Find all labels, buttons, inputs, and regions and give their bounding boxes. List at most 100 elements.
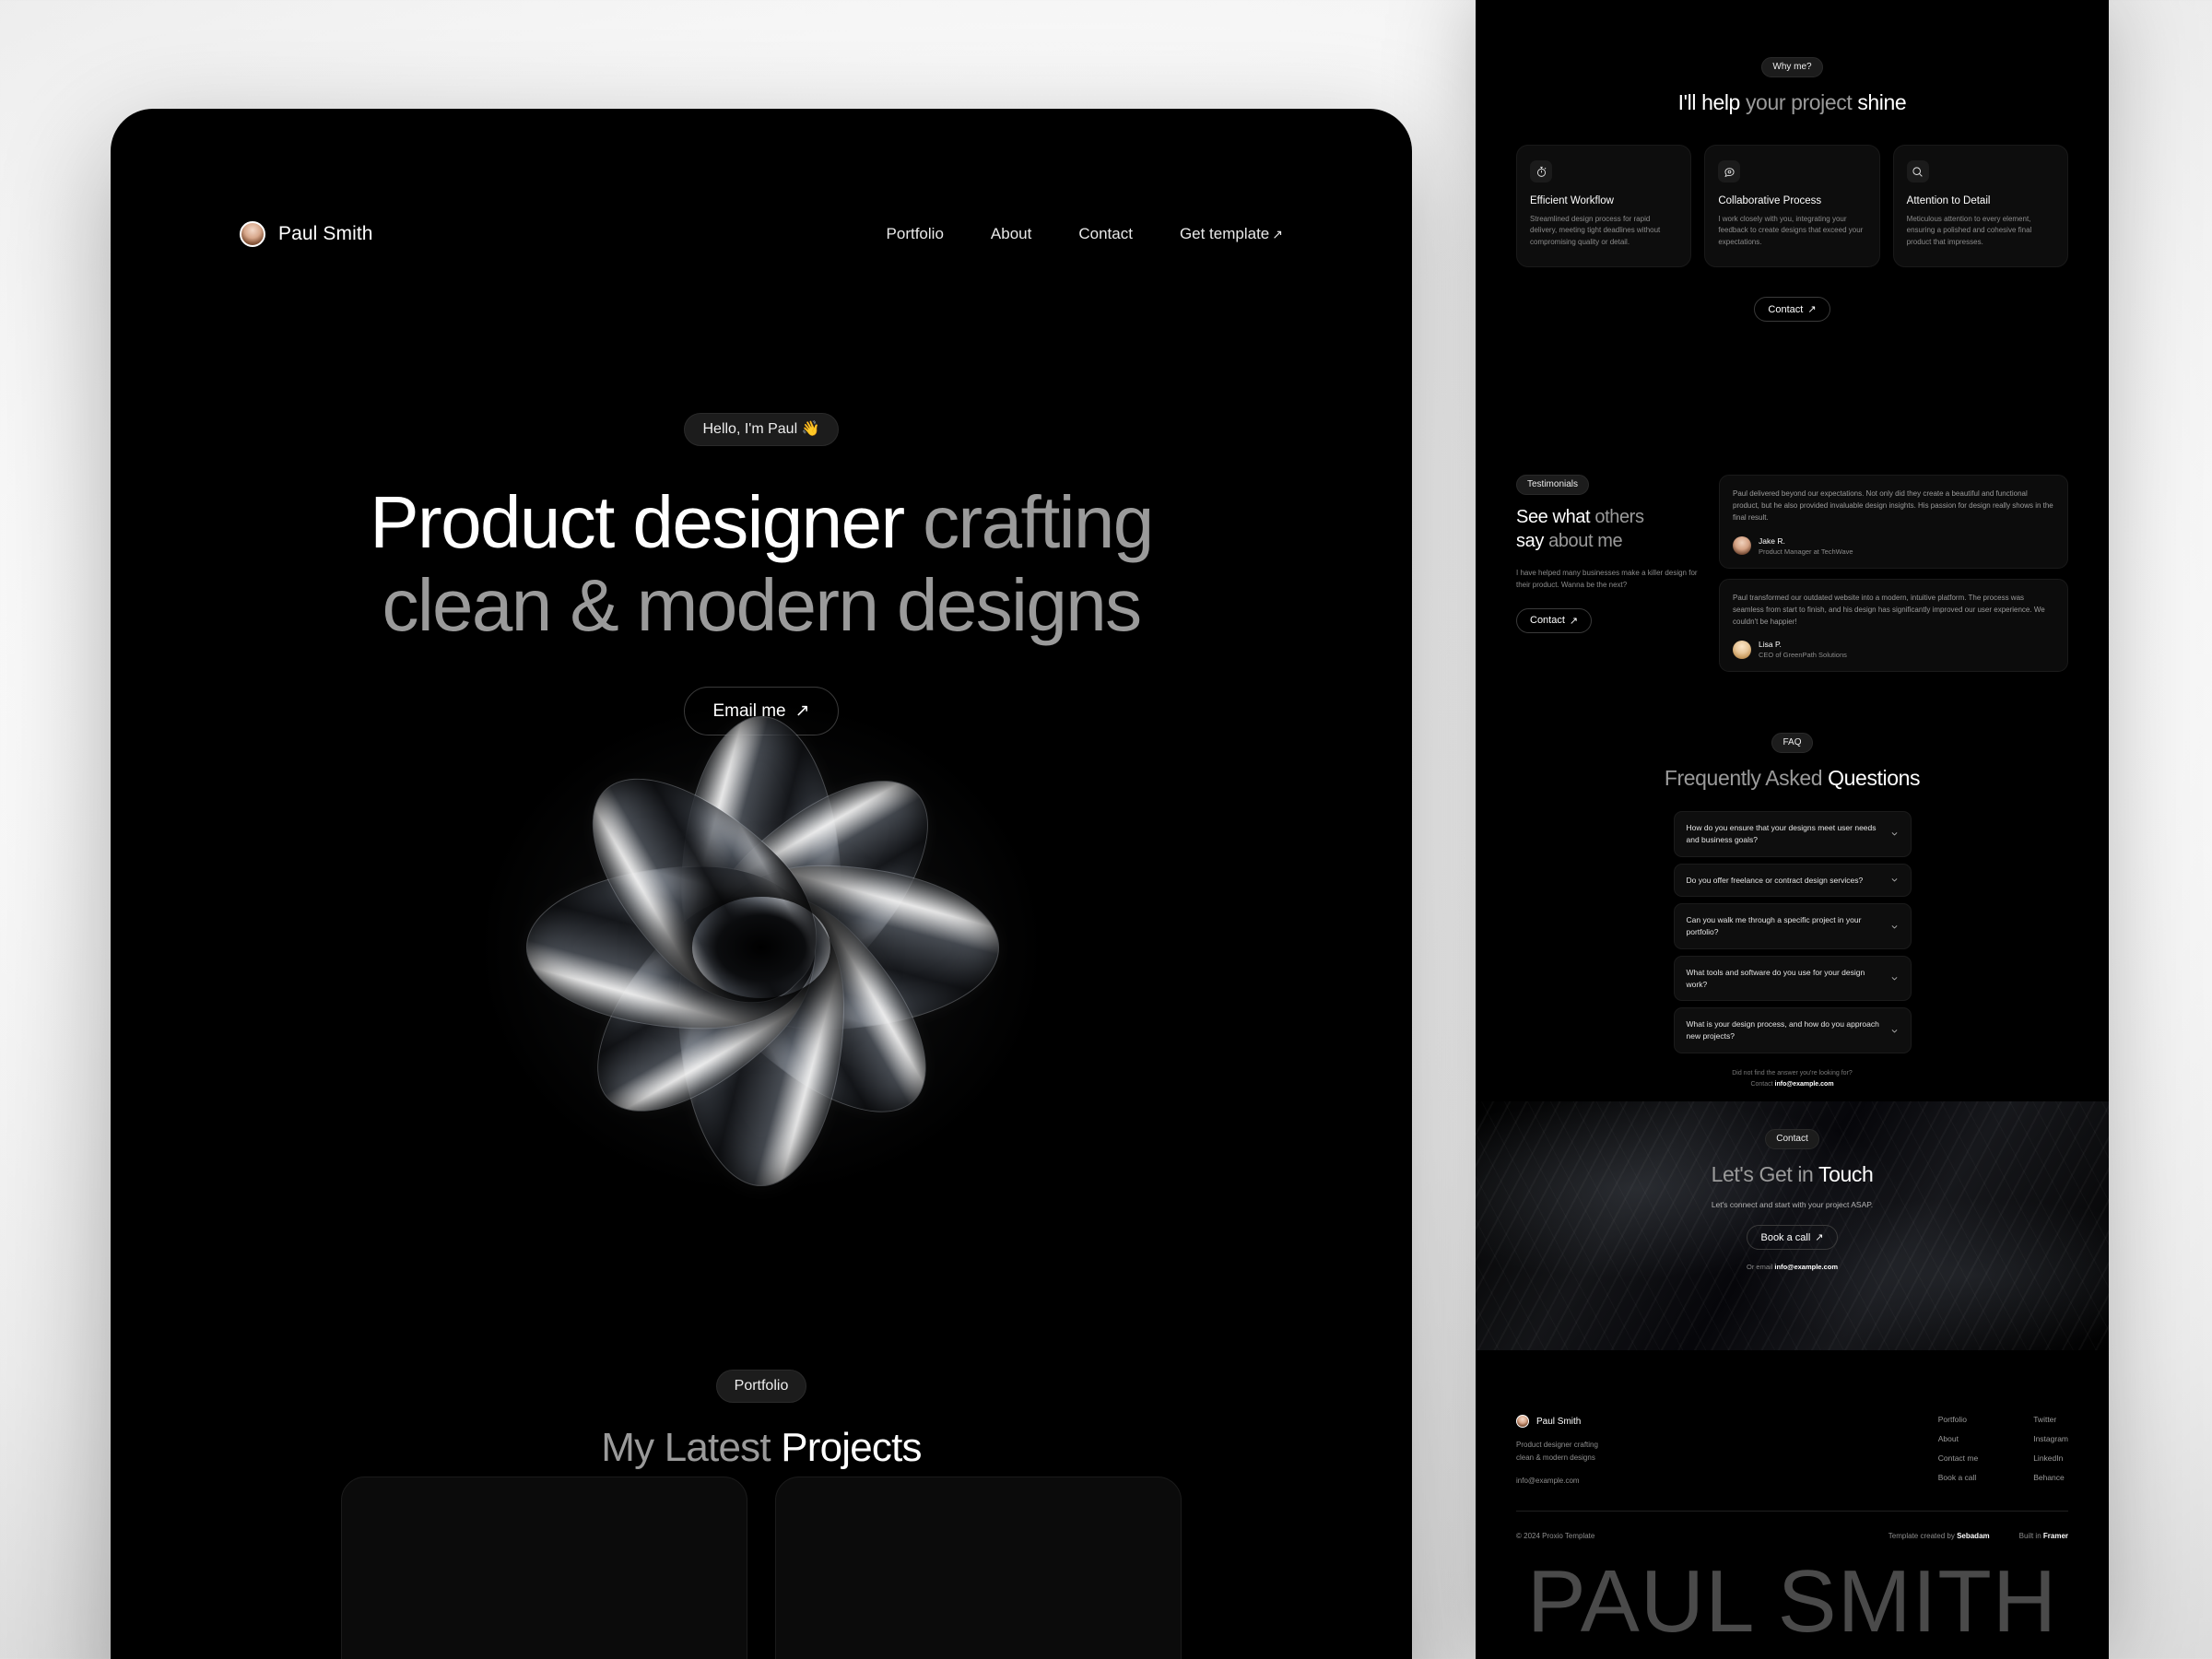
- footer-link-twitter[interactable]: Twitter: [2033, 1415, 2068, 1424]
- faq-item[interactable]: What tools and software do you use for y…: [1673, 955, 1912, 1002]
- testimonial-author: Jake R. Product Manager at TechWave: [1733, 536, 2054, 556]
- testimonials-title-dim-2: about me: [1548, 531, 1623, 551]
- faq-list: How do you ensure that your designs meet…: [1673, 811, 1912, 1053]
- nav-link-portfolio[interactable]: Portfolio: [887, 225, 944, 243]
- project-card[interactable]: logo ipsum: [775, 1477, 1182, 1659]
- left-page-preview: Paul Smith Portfolio About Contact Get t…: [111, 109, 1412, 1659]
- testimonial-name: Jake R.: [1759, 535, 1785, 546]
- feature-card: Attention to Detail Meticulous attention…: [1892, 145, 2068, 268]
- nav-link-about[interactable]: About: [991, 225, 1031, 243]
- project-card[interactable]: Logoipsum: [341, 1477, 747, 1659]
- faq-question: What tools and software do you use for y…: [1686, 967, 1865, 989]
- testimonial-author: Lisa P. CEO of GreenPath Solutions: [1733, 640, 2054, 659]
- testimonials-section: Testimonials See what others say about m…: [1516, 475, 2068, 673]
- footer-link-portfolio[interactable]: Portfolio: [1938, 1415, 1978, 1424]
- logoipsum-rainbow-logo: logo ipsum: [882, 1649, 1076, 1659]
- testimonial-cards: Paul delivered beyond our expectations. …: [1719, 475, 2068, 673]
- nav-links: Portfolio About Contact Get template ↗: [887, 225, 1283, 243]
- avatar: [1733, 536, 1751, 556]
- faq-title: Frequently Asked Questions: [1476, 766, 2109, 791]
- faq-item[interactable]: Do you offer freelance or contract desig…: [1673, 863, 1912, 898]
- portfolio-section: Portfolio My Latest Projects: [111, 1370, 1412, 1471]
- portfolio-title-dim: My Latest: [601, 1425, 782, 1470]
- contact-inner: Contact Let's Get in Touch Let's connect…: [1476, 1101, 2109, 1271]
- nav-link-get-template-label: Get template: [1179, 225, 1270, 242]
- footer-credit-author-name[interactable]: Sebadam: [1957, 1532, 1990, 1540]
- why-me-contact-label: Contact: [1768, 303, 1804, 315]
- footer-link-about[interactable]: About: [1938, 1434, 1978, 1443]
- footer-brand[interactable]: Paul Smith: [1516, 1415, 1598, 1428]
- footer-desc-line1: Product designer crafting: [1516, 1441, 1598, 1449]
- footer-brand-block: Paul Smith Product designer crafting cle…: [1516, 1415, 1598, 1485]
- avatar: [240, 221, 265, 247]
- footer-column-site: Portfolio About Contact me Book a call: [1938, 1415, 1978, 1485]
- footer-email[interactable]: info@example.com: [1516, 1477, 1598, 1485]
- footer-link-book-a-call[interactable]: Book a call: [1938, 1473, 1978, 1482]
- testimonials-contact-button[interactable]: Contact ↗: [1516, 607, 1593, 633]
- footer-brand-name: Paul Smith: [1536, 1416, 1582, 1427]
- testimonials-body: I have helped many businesses make a kil…: [1516, 569, 1698, 589]
- footer-top: Paul Smith Product designer crafting cle…: [1516, 1415, 2068, 1485]
- testimonials-intro: Testimonials See what others say about m…: [1516, 475, 1700, 672]
- faq-title-dim: Frequently Asked: [1664, 766, 1829, 790]
- faq-title-strong: Questions: [1828, 766, 1921, 790]
- nav-link-contact[interactable]: Contact: [1078, 225, 1133, 243]
- chevron-down-icon: [1891, 832, 1897, 836]
- footer-link-linkedin[interactable]: LinkedIn: [2033, 1453, 2068, 1463]
- avatar: [1733, 640, 1751, 659]
- contact-email[interactable]: info@example.com: [1774, 1263, 1838, 1271]
- brand-logo[interactable]: Paul Smith: [240, 221, 373, 247]
- faq-item[interactable]: What is your design process, and how do …: [1673, 1007, 1912, 1053]
- contact-title-dim: Let's Get in: [1711, 1162, 1819, 1186]
- why-me-contact-button[interactable]: Contact ↗: [1754, 297, 1830, 322]
- testimonial-name: Lisa P.: [1759, 640, 1782, 650]
- project-grid: Logoipsum logo ipsum: [341, 1477, 1182, 1659]
- footer-credit-author-prefix: Template created by: [1888, 1532, 1958, 1541]
- why-me-cta-wrap: Contact ↗: [1476, 297, 2109, 322]
- testimonials-badge: Testimonials: [1516, 475, 1590, 495]
- faq-footer-line1: Did not find the answer you're looking f…: [1732, 1069, 1853, 1077]
- faq-footer-note: Did not find the answer you're looking f…: [1476, 1068, 2109, 1090]
- feature-card: Collaborative Process I work closely wit…: [1704, 145, 1880, 268]
- chevron-down-icon: [1891, 878, 1897, 882]
- testimonials-title: See what others say about me: [1516, 505, 1700, 553]
- flower-core: [692, 897, 830, 998]
- feature-heading: Collaborative Process: [1718, 195, 1822, 206]
- feature-card: Efficient Workflow Streamlined design pr…: [1516, 145, 1692, 268]
- footer-link-instagram[interactable]: Instagram: [2033, 1434, 2068, 1443]
- hero-title-strong: Product designer: [370, 481, 924, 563]
- arrow-up-right-icon: ↗: [1272, 227, 1283, 241]
- hero-title-dim-1: crafting: [923, 481, 1154, 563]
- contact-section: Contact Let's Get in Touch Let's connect…: [1476, 1101, 2109, 1350]
- contact-badge: Contact: [1765, 1129, 1819, 1149]
- chevron-down-icon: [1891, 977, 1897, 981]
- portfolio-badge: Portfolio: [715, 1370, 807, 1403]
- footer-credit-platform-name[interactable]: Framer: [2043, 1532, 2068, 1540]
- footer-divider: [1516, 1511, 2068, 1512]
- faq-footer-prefix: Contact: [1750, 1080, 1775, 1088]
- faq-badge: FAQ: [1771, 733, 1813, 753]
- faq-item[interactable]: How do you ensure that your designs meet…: [1673, 811, 1912, 857]
- testimonial-card: Paul delivered beyond our expectations. …: [1719, 475, 2068, 569]
- testimonial-quote: Paul transformed our outdated website in…: [1733, 593, 2045, 626]
- faq-section: FAQ Frequently Asked Questions How do yo…: [1476, 733, 2109, 1090]
- nav-link-get-template[interactable]: Get template ↗: [1180, 225, 1283, 243]
- brand-name: Paul Smith: [278, 223, 373, 244]
- footer-credits: Template created by Sebadam Built in Fra…: [1888, 1532, 2068, 1540]
- footer-link-behance[interactable]: Behance: [2033, 1473, 2068, 1482]
- faq-question: Do you offer freelance or contract desig…: [1686, 875, 1864, 885]
- testimonials-title-dim-1: others: [1594, 507, 1644, 527]
- footer: Paul Smith Product designer crafting cle…: [1516, 1415, 2068, 1540]
- testimonials-title-strong-2: say: [1516, 531, 1549, 551]
- contact-title-strong: Touch: [1818, 1162, 1874, 1186]
- faq-question: How do you ensure that your designs meet…: [1686, 823, 1877, 844]
- faq-footer-email[interactable]: info@example.com: [1775, 1081, 1834, 1088]
- contact-subtitle: Let's connect and start with your projec…: [1711, 1200, 1874, 1209]
- testimonials-cta-wrap: Contact ↗: [1516, 607, 1700, 633]
- book-a-call-button[interactable]: Book a call ↗: [1747, 1225, 1838, 1250]
- feature-heading: Attention to Detail: [1906, 195, 1991, 206]
- footer-link-contact-me[interactable]: Contact me: [1938, 1453, 1978, 1463]
- faq-item[interactable]: Can you walk me through a specific proje…: [1673, 903, 1912, 949]
- faq-question: What is your design process, and how do …: [1686, 1019, 1879, 1041]
- testimonials-title-strong-1: See what: [1516, 507, 1595, 527]
